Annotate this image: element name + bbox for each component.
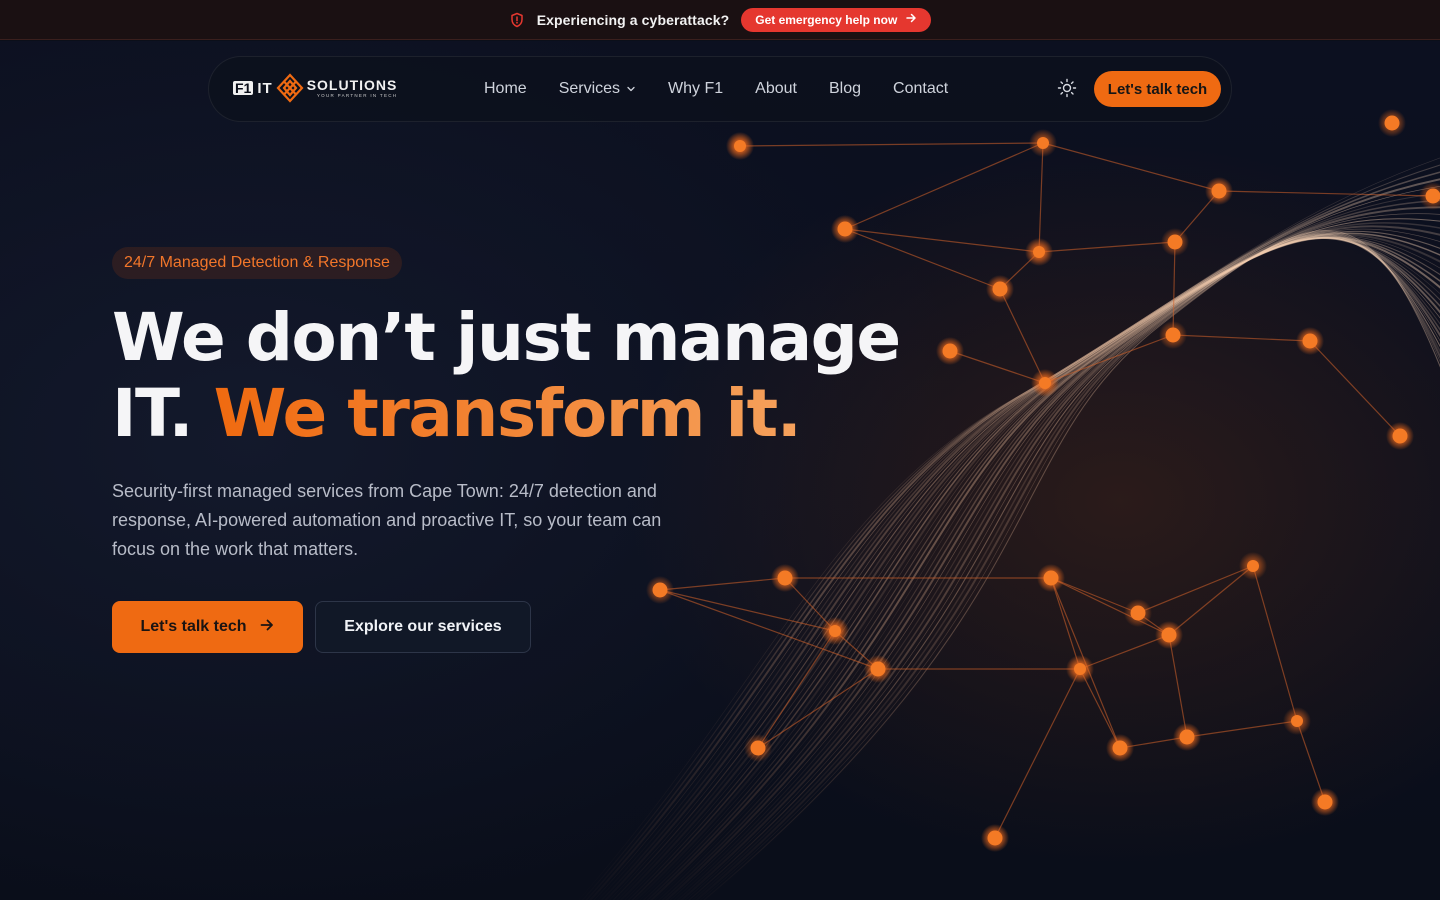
network-illustration: [578, 109, 1440, 900]
chevron-down-icon: [626, 84, 636, 94]
network-node: [1392, 428, 1408, 444]
network-edge: [949, 350, 1046, 384]
logo-mark: F1: [233, 80, 254, 96]
arrow-right-icon: [905, 12, 917, 27]
network-node: [942, 343, 958, 359]
service-badge: 24/7 Managed Detection & Response: [112, 247, 402, 279]
logo-wordmark: SOLUTIONS: [306, 76, 398, 93]
f1-it-solutions-logo[interactable]: F1 IT SOLUTIONS YOUR PARTNER IN TECH: [233, 73, 397, 103]
headline-accent: We transform it.: [213, 375, 802, 452]
nav-why-f1[interactable]: Why F1: [668, 80, 723, 98]
logo-tagline: YOUR PARTNER IN TECH: [316, 92, 398, 98]
main-navigation: F1 IT SOLUTIONS YOUR PARTNER IN TECH Hom…: [208, 56, 1232, 122]
explore-services-button[interactable]: Explore our services: [315, 601, 531, 653]
network-node: [837, 221, 853, 237]
network-node: [1211, 183, 1227, 199]
network-edge: [1252, 565, 1298, 722]
network-edge: [659, 589, 836, 632]
talk-tech-label: Let's talk tech: [140, 618, 247, 635]
network-node: [750, 740, 766, 756]
network-edge: [1186, 720, 1298, 738]
hero-headline: We don’t just manage IT. We transform it…: [112, 300, 912, 452]
network-edge: [739, 142, 1044, 147]
network-edge: [1050, 577, 1139, 614]
network-edge: [1038, 142, 1044, 253]
network-node: [1039, 377, 1051, 389]
logo-knot-icon: [276, 73, 304, 103]
nav-about[interactable]: About: [755, 80, 797, 98]
nav-talk-tech-button[interactable]: Let's talk tech: [1094, 71, 1221, 107]
network-node: [1074, 663, 1086, 675]
network-edge: [1168, 634, 1188, 738]
headline-line-1: We don’t just manage: [112, 299, 901, 376]
network-edge: [659, 577, 786, 591]
network-node: [1037, 137, 1049, 149]
network-edge: [999, 288, 1046, 384]
network-node: [870, 661, 886, 677]
network-edge: [1079, 634, 1170, 670]
network-edge: [1172, 334, 1311, 342]
talk-tech-button[interactable]: Let's talk tech: [112, 601, 303, 653]
network-edge: [757, 668, 879, 749]
network-node: [1161, 627, 1177, 643]
light-strand: [581, 164, 1440, 900]
nav-links: Home Services Why F1 About Blog Contact: [484, 57, 948, 121]
headline-plain: IT.: [112, 375, 214, 452]
theme-toggle-button[interactable]: [1056, 78, 1078, 100]
arrow-right-icon: [259, 617, 275, 638]
network-edge: [1218, 190, 1434, 197]
network-node: [1112, 740, 1128, 756]
emergency-alert-bar: Experiencing a cyberattack? Get emergenc…: [0, 0, 1440, 40]
logo-it: IT: [257, 79, 273, 97]
network-node: [1179, 729, 1195, 745]
network-node: [1043, 570, 1059, 586]
hero-description: Security-first managed services from Cap…: [112, 481, 662, 559]
network-node: [829, 625, 841, 637]
network-node: [992, 281, 1008, 297]
network-node: [652, 582, 668, 598]
network-node: [987, 830, 1003, 846]
nav-home[interactable]: Home: [484, 80, 527, 98]
network-edge: [844, 142, 1044, 230]
network-node: [1247, 560, 1259, 572]
network-node: [1425, 188, 1440, 204]
network-node: [1130, 605, 1146, 621]
hero-background: [0, 41, 1440, 900]
alert-message: Experiencing a cyberattack?: [536, 11, 730, 28]
network-node: [1291, 715, 1303, 727]
nav-contact[interactable]: Contact: [893, 80, 948, 98]
network-edge: [1309, 340, 1401, 437]
network-node: [1167, 234, 1183, 250]
network-edge: [994, 668, 1081, 839]
nav-blog[interactable]: Blog: [829, 80, 861, 98]
network-edge: [1168, 565, 1254, 636]
network-node: [1317, 794, 1333, 810]
network-node: [1033, 246, 1045, 258]
network-edge: [1050, 577, 1170, 636]
network-node: [1302, 333, 1318, 349]
shield-alert-icon: [509, 12, 525, 28]
network-edge: [1137, 565, 1254, 614]
sun-icon: [1057, 78, 1077, 101]
emergency-help-button[interactable]: Get emergency help now: [741, 7, 932, 32]
network-node: [1165, 327, 1181, 343]
network-node: [734, 140, 746, 152]
nav-services[interactable]: Services: [559, 80, 636, 98]
network-node: [1384, 115, 1400, 131]
network-edge: [1050, 577, 1081, 670]
emergency-help-label: Get emergency help now: [755, 12, 898, 27]
network-edge: [1038, 241, 1176, 253]
network-node: [777, 570, 793, 586]
nav-services-label: Services: [558, 80, 621, 97]
network-edge: [1042, 142, 1220, 192]
